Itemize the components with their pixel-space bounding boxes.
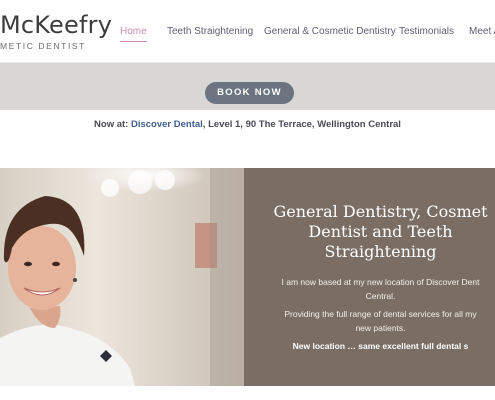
hero-paragraph-2-line-2: new patients. bbox=[355, 323, 406, 333]
hero-title-line-3: Straightening bbox=[324, 242, 437, 261]
nav-home-label: Home bbox=[120, 26, 147, 37]
hero-text-panel: General Dentistry, Cosmet Dentist and Te… bbox=[244, 168, 495, 386]
hero-paragraph-2-line-1: Providing the full range of dental servi… bbox=[284, 309, 477, 319]
site-header: McKeefry METIC DENTIST Home Teeth Straig… bbox=[0, 0, 495, 63]
hero-section: General Dentistry, Cosmet Dentist and Te… bbox=[0, 168, 495, 386]
hero-bold-line: New location … same excellent full denta… bbox=[292, 341, 469, 351]
dentist-portrait-image bbox=[0, 168, 244, 386]
nav-testimonials[interactable]: Testimonials bbox=[399, 26, 454, 37]
page: McKeefry METIC DENTIST Home Teeth Straig… bbox=[0, 0, 495, 400]
address-rest: , Level 1, 90 The Terrace, Wellington Ce… bbox=[202, 119, 401, 130]
discover-dental-link[interactable]: Discover Dental bbox=[131, 119, 203, 130]
nav-meet[interactable]: Meet A bbox=[469, 26, 495, 37]
hero-title-line-2: Dentist and Teeth bbox=[308, 222, 453, 241]
book-now-button[interactable]: BOOK NOW bbox=[205, 82, 294, 104]
logo-name[interactable]: McKeefry bbox=[0, 11, 112, 39]
hero-title-line-1: General Dentistry, Cosmet bbox=[273, 202, 488, 221]
nav-general-cosmetic-dentistry[interactable]: General & Cosmetic Dentistry bbox=[264, 26, 396, 37]
nav-teeth-straightening[interactable]: Teeth Straightening bbox=[167, 26, 253, 37]
address-prefix: Now at: bbox=[94, 119, 131, 130]
address-line: Now at: Discover Dental, Level 1, 90 The… bbox=[0, 119, 495, 130]
nav-active-underline bbox=[120, 41, 147, 42]
nav-home[interactable]: Home bbox=[120, 26, 147, 42]
hero-paragraph-1-line-1: I am now based at my new location of Dis… bbox=[281, 277, 480, 287]
hero-paragraph-1-line-2: Central. bbox=[365, 291, 396, 301]
logo-subtitle: METIC DENTIST bbox=[0, 41, 86, 51]
dentist-photo bbox=[0, 168, 244, 386]
hero-title: General Dentistry, Cosmet Dentist and Te… bbox=[244, 202, 495, 262]
